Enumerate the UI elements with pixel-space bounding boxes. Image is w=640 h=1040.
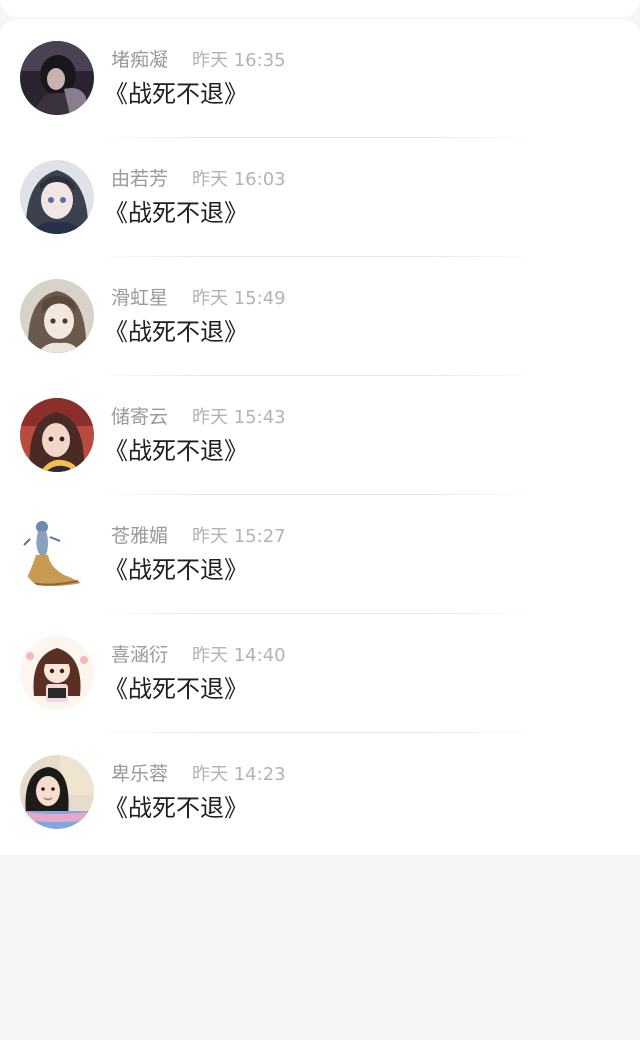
- avatar-photo-girl-icon: [20, 755, 94, 829]
- user-name[interactable]: 堵痴凝: [111, 48, 168, 72]
- comment-row[interactable]: 由若芳 昨天 16:03 《战死不退》: [0, 138, 640, 257]
- user-name[interactable]: 储寄云: [111, 405, 168, 429]
- comment-time: 昨天 16:03: [192, 169, 286, 190]
- avatar[interactable]: [20, 755, 94, 829]
- user-name[interactable]: 喜涵衍: [111, 643, 168, 667]
- comment-time: 昨天 15:27: [192, 526, 286, 547]
- avatar-dress-figure-icon: [20, 517, 94, 591]
- avatar[interactable]: [20, 636, 94, 710]
- top-card: [0, 0, 640, 17]
- avatar[interactable]: [20, 41, 94, 115]
- avatar-anime-red-hair-icon: [20, 398, 94, 472]
- comment-text: 《战死不退》: [104, 794, 248, 822]
- comment-row[interactable]: 堵痴凝 昨天 16:35 《战死不退》: [0, 19, 640, 138]
- comment-time: 昨天 15:49: [192, 288, 286, 309]
- comment-text: 《战死不退》: [104, 318, 248, 346]
- comment-text: 《战死不退》: [104, 437, 248, 465]
- avatar-anime-girl-brown-icon: [20, 279, 94, 353]
- user-name[interactable]: 由若芳: [111, 167, 168, 191]
- comment-time: 昨天 14:40: [192, 645, 286, 666]
- comment-text: 《战死不退》: [104, 80, 248, 108]
- comment-text: 《战死不退》: [104, 199, 248, 227]
- avatar-chibi-doll-icon: [20, 636, 94, 710]
- avatar-dark-figure-icon: [20, 41, 94, 115]
- comment-time: 昨天 14:23: [192, 764, 286, 785]
- user-name[interactable]: 苍雅媚: [111, 524, 168, 548]
- comment-row[interactable]: 喜涵衍 昨天 14:40 《战死不退》: [0, 614, 640, 733]
- avatar[interactable]: [20, 160, 94, 234]
- user-name[interactable]: 卑乐蓉: [111, 762, 168, 786]
- comment-time: 昨天 15:43: [192, 407, 286, 428]
- comment-list: 堵痴凝 昨天 16:35 《战死不退》 由若芳 昨天 16:03 《战死不退》: [0, 19, 640, 855]
- comment-text: 《战死不退》: [104, 675, 248, 703]
- comment-row[interactable]: 滑虹星 昨天 15:49 《战死不退》: [0, 257, 640, 376]
- comment-time: 昨天 16:35: [192, 50, 286, 71]
- comment-row[interactable]: 苍雅媚 昨天 15:27 《战死不退》: [0, 495, 640, 614]
- avatar[interactable]: [20, 279, 94, 353]
- avatar[interactable]: [20, 517, 94, 591]
- comment-row[interactable]: 储寄云 昨天 15:43 《战死不退》: [0, 376, 640, 495]
- comment-row[interactable]: 卑乐蓉 昨天 14:23 《战死不退》: [0, 733, 640, 852]
- avatar[interactable]: [20, 398, 94, 472]
- comment-text: 《战死不退》: [104, 556, 248, 584]
- avatar-anime-girl-gray-icon: [20, 160, 94, 234]
- user-name[interactable]: 滑虹星: [111, 286, 168, 310]
